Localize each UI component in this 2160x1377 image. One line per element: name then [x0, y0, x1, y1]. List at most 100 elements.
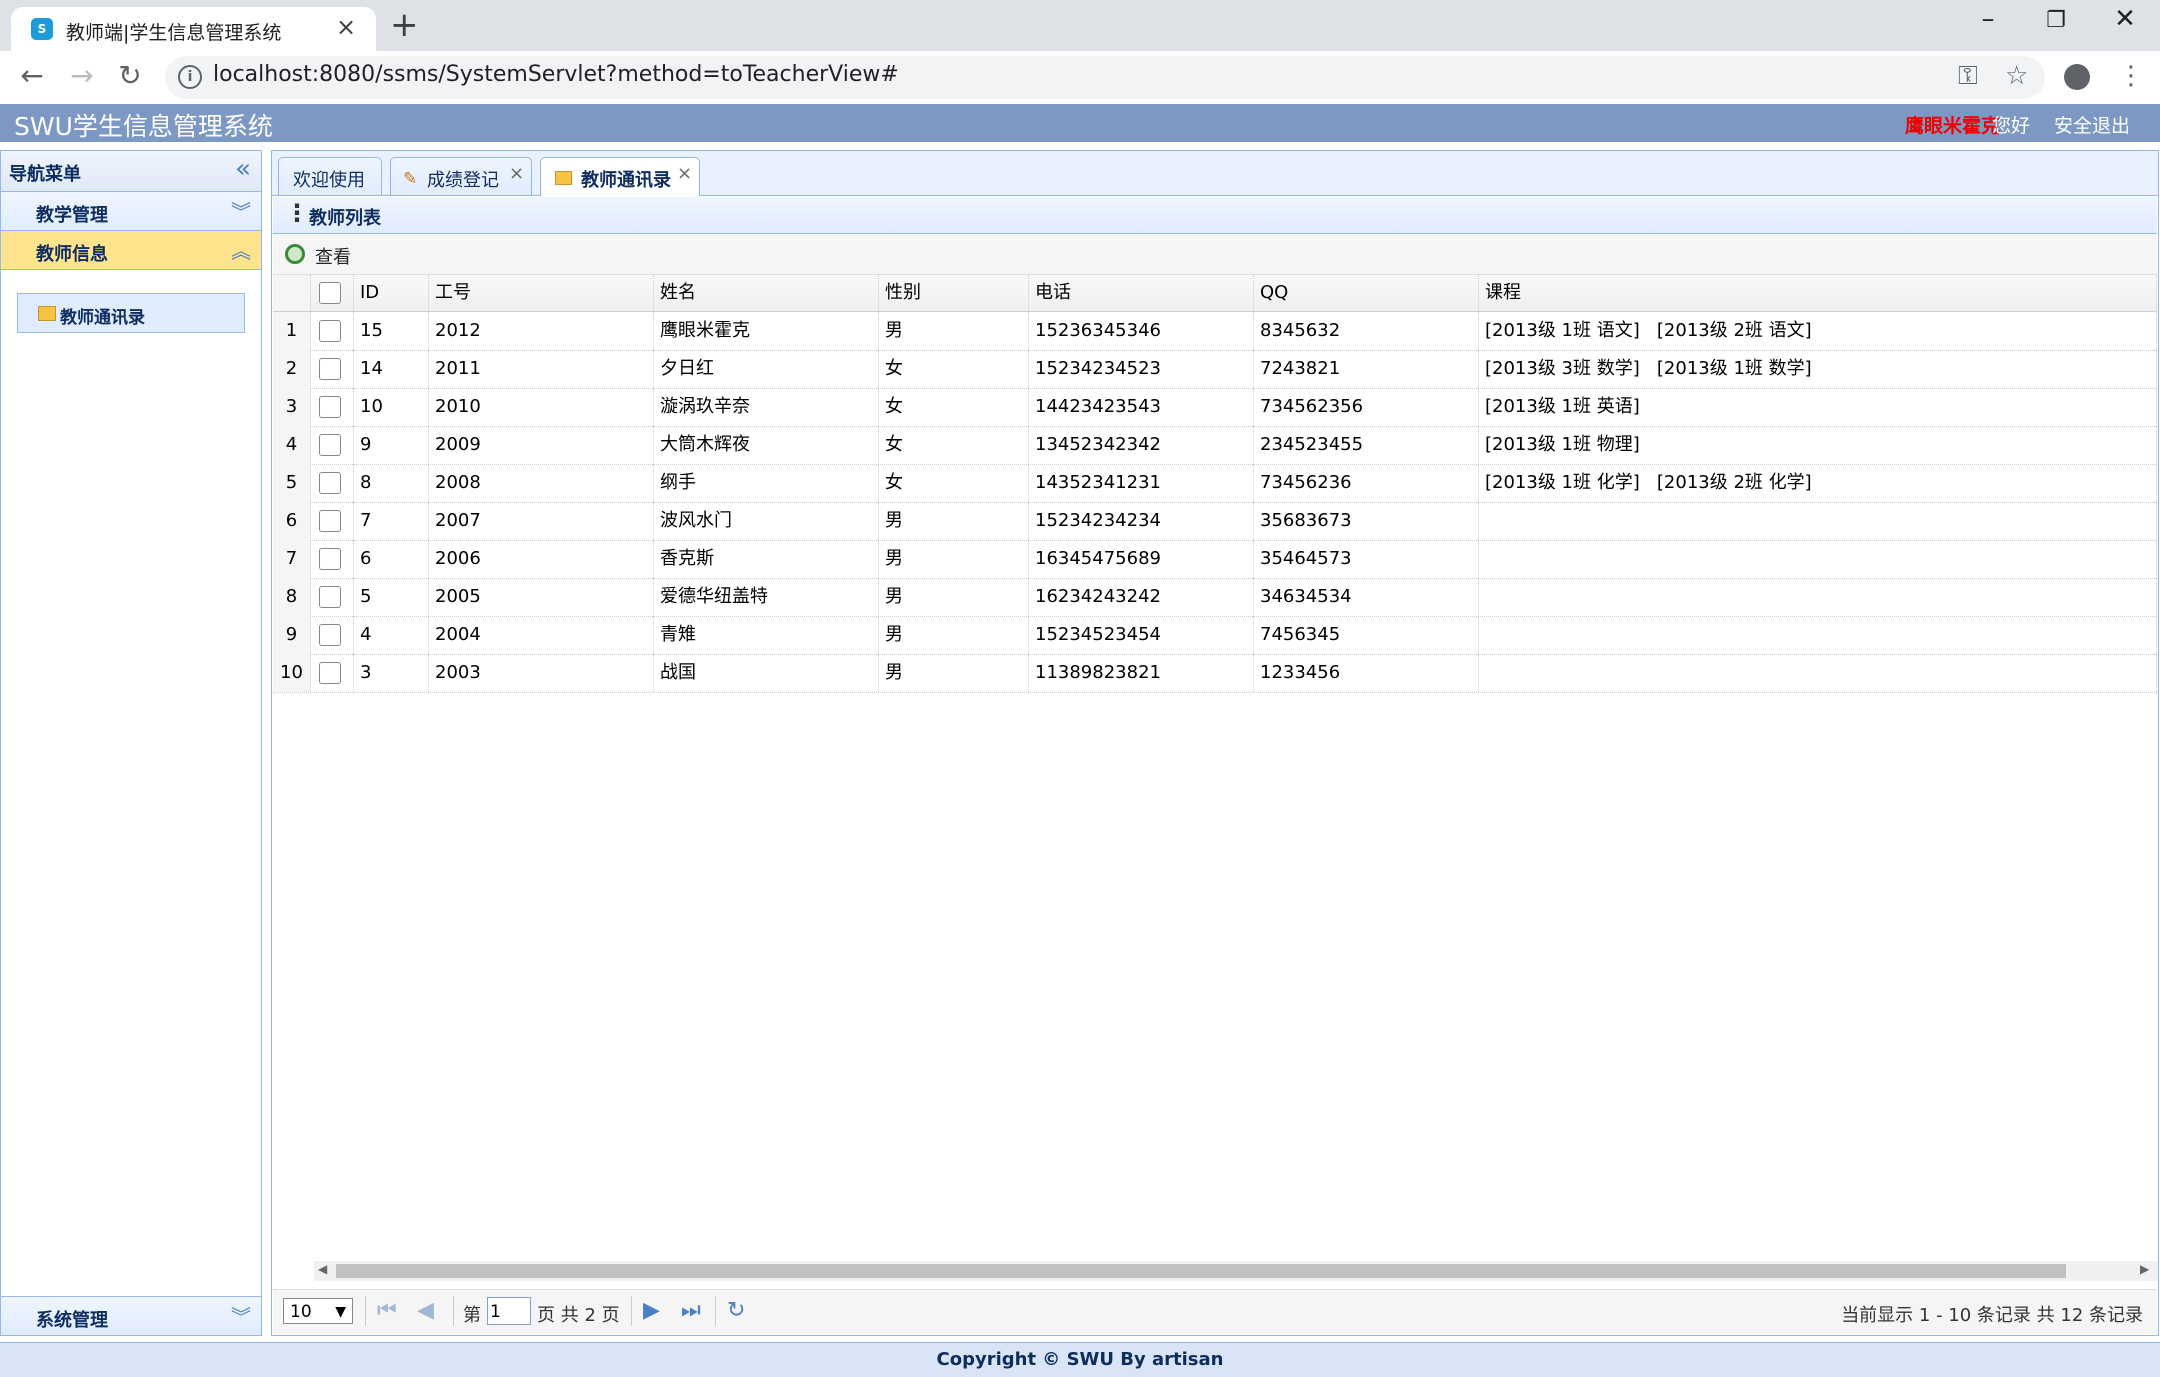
expand-icon[interactable]: ︾ [231, 1301, 251, 1330]
prev-page-icon[interactable]: ◀ [417, 1298, 434, 1323]
new-tab-icon[interactable]: + [390, 8, 419, 42]
tab-teacher-contacts[interactable]: 教师通讯录 × [540, 157, 700, 196]
row-checkbox[interactable] [319, 624, 341, 646]
row-select[interactable] [311, 502, 354, 540]
row-select[interactable] [311, 578, 354, 616]
header-phone[interactable]: 电话 [1029, 275, 1254, 311]
url-text[interactable]: localhost:8080/ssms/SystemServlet?method… [213, 62, 899, 87]
tab-welcome[interactable]: 欢迎使用 [278, 157, 382, 195]
header-id[interactable]: ID [354, 275, 429, 311]
header-no[interactable]: 工号 [429, 275, 654, 311]
profile-icon[interactable] [2064, 64, 2090, 90]
cell-sex: 男 [879, 616, 1029, 654]
favicon-icon: S [31, 18, 53, 40]
close-icon[interactable]: × [336, 13, 356, 41]
row-select[interactable] [311, 616, 354, 654]
row-checkbox[interactable] [319, 434, 341, 456]
row-select[interactable] [311, 388, 354, 426]
row-checkbox[interactable] [319, 358, 341, 380]
cell-phone: 15234523454 [1029, 616, 1254, 654]
cell-name: 纲手 [654, 464, 879, 502]
info-icon[interactable]: i [178, 65, 202, 89]
header-course[interactable]: 课程 [1479, 275, 2157, 311]
copyright: Copyright © SWU By artisan [936, 1349, 1224, 1370]
row-select[interactable] [311, 426, 354, 464]
restore-icon[interactable]: ❐ [2026, 8, 2086, 33]
scrollbar-thumb[interactable] [336, 1264, 2066, 1278]
back-icon[interactable]: ← [12, 59, 52, 92]
row-checkbox[interactable] [319, 320, 341, 342]
header-sex[interactable]: 性别 [879, 275, 1029, 311]
cell-no: 2010 [429, 388, 654, 426]
accordion-system[interactable]: 系统管理 ︾ [1, 1296, 261, 1336]
cell-name: 爱德华纽盖特 [654, 578, 879, 616]
window-close-icon[interactable]: ✕ [2095, 4, 2155, 34]
cell-course [1479, 540, 2157, 578]
table-row[interactable]: 4 9 2009 大筒木辉夜女 13452342342 234523455 [2013级 1… [273, 426, 2157, 465]
horizontal-scrollbar[interactable]: ◀ ▶ [314, 1261, 2158, 1281]
cell-name: 漩涡玖辛奈 [654, 388, 879, 426]
table-row[interactable]: 6 7 2007 波风水门男 15234234234 35683673 [273, 502, 2157, 541]
table-row[interactable]: 8 5 2005 爱德华纽盖特男 16234243242 34634534 [273, 578, 2157, 617]
row-select[interactable] [311, 464, 354, 502]
collapse-icon[interactable]: « [235, 154, 251, 184]
table-row[interactable]: 5 8 2008 纲手女 14352341231 73456236 [2013级 1班 化学… [273, 464, 2157, 503]
cell-phone: 14423423543 [1029, 388, 1254, 426]
table-row[interactable]: 9 4 2004 青雉男 15234523454 7456345 [273, 616, 2157, 655]
select-all-checkbox[interactable] [319, 282, 341, 304]
view-button[interactable]: 查看 [315, 243, 351, 269]
table-row[interactable]: 7 6 2006 香克斯男 16345475689 35464573 [273, 540, 2157, 579]
cell-name: 青雉 [654, 616, 879, 654]
search-icon[interactable] [285, 244, 305, 264]
record-summary: 当前显示 1 - 10 条记录 共 12 条记录 [1841, 1305, 2143, 1326]
tab-grade-entry[interactable]: ✎ 成绩登记 × [390, 157, 532, 195]
star-icon[interactable]: ☆ [2005, 61, 2028, 91]
refresh-icon[interactable]: ↻ [727, 1298, 745, 1323]
menu-icon[interactable]: ⋮ [2118, 61, 2144, 91]
tab-close-icon[interactable]: × [509, 163, 524, 184]
accordion-teaching[interactable]: 教学管理 ︾ [1, 192, 261, 231]
row-select[interactable] [311, 540, 354, 578]
header-name[interactable]: 姓名 [654, 275, 879, 311]
table-row[interactable]: 3 10 2010 漩涡玖辛奈女 14423423543 734562356 [2013级 … [273, 388, 2157, 427]
browser-tab[interactable]: S 教师端|学生信息管理系统 × [11, 7, 376, 51]
table-row[interactable]: 1 15 2012 鹰眼米霍克男 15236345346 8345632 [2013级 1班… [273, 312, 2157, 351]
page-size-select[interactable]: 10 ▼ [283, 1298, 353, 1324]
expand-icon[interactable]: ︾ [231, 196, 251, 225]
scroll-left-icon[interactable]: ◀ [318, 1262, 327, 1276]
tab-close-icon[interactable]: × [677, 163, 692, 184]
collapse-section-icon[interactable]: ︽ [231, 235, 251, 264]
cell-qq: 234523455 [1254, 426, 1479, 464]
next-page-icon[interactable]: ▶ [643, 1298, 660, 1323]
first-page-icon[interactable]: ⏮ [377, 1298, 397, 1323]
pencil-icon: ✎ [403, 169, 418, 189]
row-select[interactable] [311, 350, 354, 388]
row-checkbox[interactable] [319, 472, 341, 494]
reload-icon[interactable]: ↻ [110, 59, 150, 92]
header-select-all[interactable] [311, 275, 354, 311]
row-select[interactable] [311, 654, 354, 692]
accordion-teacher-info[interactable]: 教师信息 ︽ [1, 231, 261, 270]
header-qq[interactable]: QQ [1254, 275, 1479, 311]
cell-id: 5 [354, 578, 429, 616]
row-checkbox[interactable] [319, 396, 341, 418]
row-checkbox[interactable] [319, 510, 341, 532]
row-checkbox[interactable] [319, 586, 341, 608]
row-checkbox[interactable] [319, 548, 341, 570]
table-row[interactable]: 2 14 2011 夕日红女 15234234523 7243821 [2013级 3班 数… [273, 350, 2157, 389]
more-icon: ⋮ [285, 199, 309, 227]
minimize-icon[interactable]: – [1958, 4, 2018, 34]
key-icon[interactable]: ⚿ [1958, 61, 1978, 92]
sidebar-item-teacher-contacts[interactable]: 教师通讯录 [17, 293, 245, 333]
logout-link[interactable]: 安全退出 [2054, 111, 2130, 138]
row-select[interactable] [311, 312, 354, 350]
row-checkbox[interactable] [319, 662, 341, 684]
scroll-right-icon[interactable]: ▶ [2140, 1262, 2149, 1276]
page-number-input[interactable]: 1 [487, 1297, 531, 1325]
table-row[interactable]: 10 3 2003 战国男 11389823821 1233456 [273, 654, 2157, 693]
forward-icon[interactable]: → [62, 59, 102, 92]
cell-course: [2013级 1班 化学] [2013级 2班 化学] [1479, 464, 2157, 502]
last-page-icon[interactable]: ⏭ [681, 1298, 701, 1323]
accordion-title: 教师信息 [36, 244, 108, 265]
cell-sex: 男 [879, 578, 1029, 616]
